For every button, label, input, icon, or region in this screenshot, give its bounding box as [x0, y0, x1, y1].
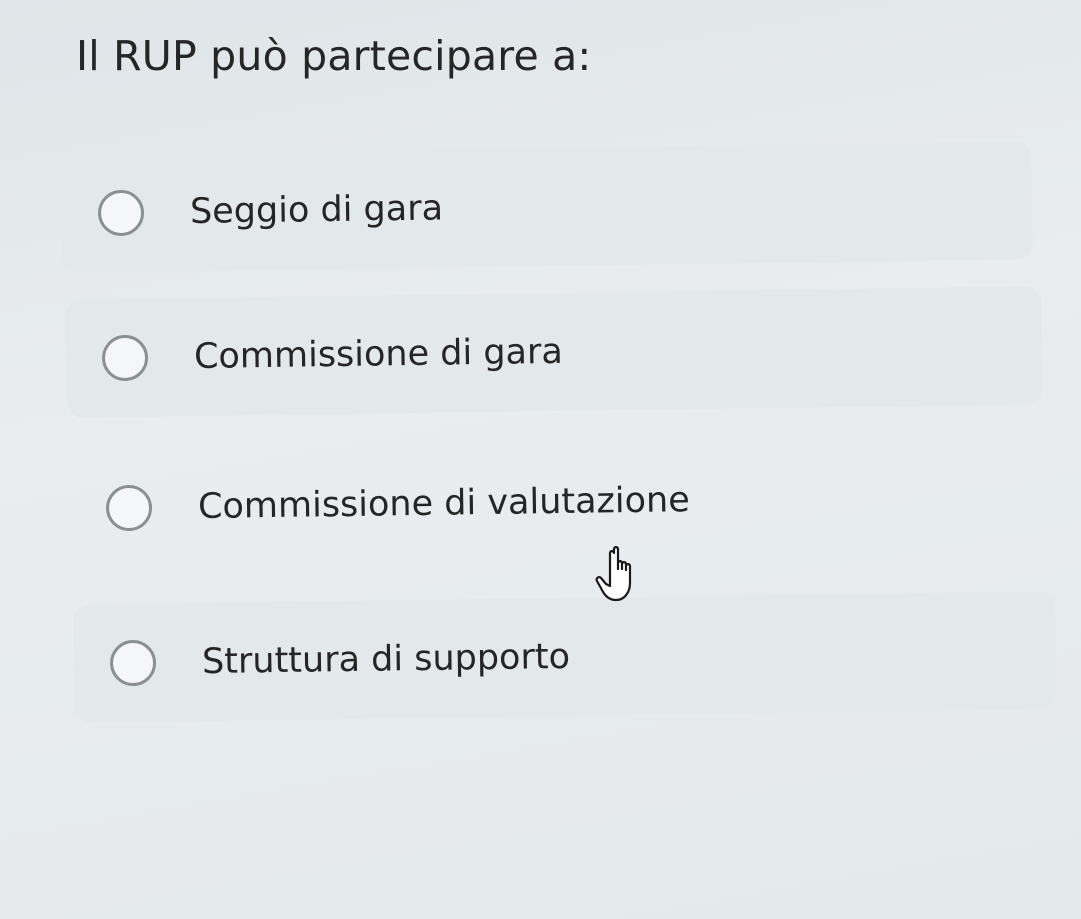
option-commissione-di-valutazione[interactable]: Commissione di valutazione	[69, 436, 1051, 568]
option-label: Seggio di gara	[189, 188, 444, 232]
option-label: Struttura di supporto	[201, 636, 571, 683]
radio-button[interactable]	[97, 189, 145, 237]
radio-button[interactable]	[105, 484, 153, 532]
radio-button[interactable]	[101, 334, 149, 382]
radio-button[interactable]	[109, 639, 157, 687]
option-label: Commissione di gara	[193, 331, 564, 378]
answer-options: Seggio di gara Commissione di gara Commi…	[0, 0, 1081, 919]
option-label: Commissione di valutazione	[197, 480, 691, 528]
option-seggio-di-gara[interactable]: Seggio di gara	[61, 141, 1033, 273]
option-struttura-di-supporto[interactable]: Struttura di supporto	[73, 591, 1057, 723]
option-commissione-di-gara[interactable]: Commissione di gara	[65, 286, 1043, 418]
hand-pointer-icon	[595, 546, 632, 602]
